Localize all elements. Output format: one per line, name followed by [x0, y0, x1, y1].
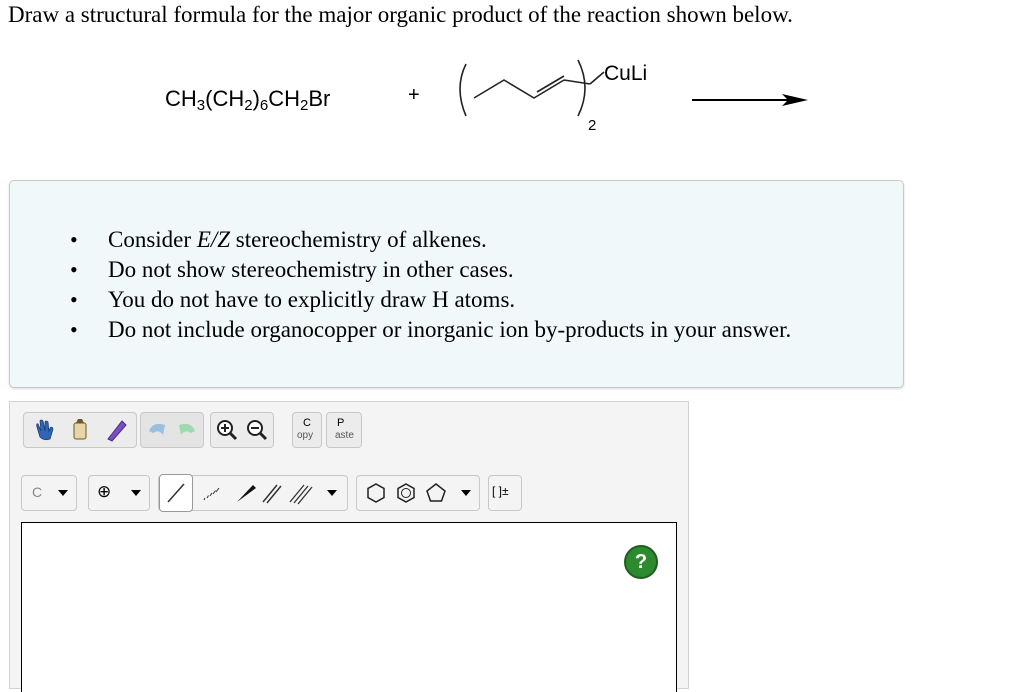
double-bond-line — [536, 75, 565, 93]
zoom-in-icon — [217, 420, 238, 441]
chevron-down-icon — [58, 490, 68, 496]
drawing-canvas[interactable] — [21, 522, 677, 692]
triple-bond-button[interactable] — [283, 476, 319, 510]
zoom-out-icon — [247, 420, 268, 441]
zoom-out-button[interactable] — [241, 413, 277, 447]
toolbar-group-zoom — [210, 412, 274, 448]
charge-symbol: ⊕ — [97, 482, 112, 501]
hand-tool-button[interactable] — [26, 413, 62, 447]
bond-cu-label — [589, 71, 605, 85]
pentagon-icon — [426, 483, 446, 502]
copy-label-top: C — [303, 417, 311, 429]
paste-label-bottom: aste — [335, 430, 354, 441]
formula-part: ) — [252, 86, 260, 111]
instruction-item: Do not show stereochemistry in other cas… — [70, 255, 791, 285]
chevron-down-icon — [131, 490, 141, 496]
erase-tool-button[interactable] — [62, 413, 98, 447]
instructions-list: Consider E/Z stereochemistry of alkenes.… — [70, 225, 791, 345]
atom-selector-value: C — [32, 484, 43, 500]
instruction-item: Do not include organocopper or inorganic… — [70, 315, 791, 345]
reaction-arrow — [692, 94, 808, 106]
redo-icon — [179, 423, 195, 435]
plus-sign: + — [408, 84, 420, 106]
culi-label: CuLi — [604, 62, 648, 85]
hashed-bond-button[interactable] — [195, 476, 231, 510]
hexagon-icon — [367, 483, 385, 503]
formula-subscript: 6 — [259, 97, 269, 114]
question-text: Draw a structural formula for the major … — [8, 2, 793, 27]
single-bond-button[interactable] — [159, 474, 193, 512]
instruction-item: You do not have to explicitly draw H ato… — [70, 285, 791, 315]
copy-button[interactable]: C opy — [292, 412, 322, 448]
formula-part: CH — [268, 86, 301, 111]
left-paren — [459, 63, 467, 117]
triple-bond-icon — [289, 484, 313, 505]
benzene-icon — [397, 483, 415, 503]
lasso-tool-button[interactable] — [98, 413, 134, 447]
paste-label-top: P — [337, 417, 345, 429]
instruction-item: Consider E/Z stereochemistry of alkenes. — [70, 225, 791, 255]
chevron-down-icon — [461, 490, 471, 496]
formula-part: CH — [165, 86, 197, 111]
bond-tools — [158, 474, 348, 512]
bracket-button[interactable]: [ ]± — [488, 475, 522, 511]
alkenyl-chain — [473, 79, 565, 99]
undo-icon — [149, 423, 165, 435]
hand-icon — [36, 419, 54, 441]
eraser-icon — [73, 419, 87, 440]
right-paren — [577, 59, 586, 117]
bracket-label: [ ]± — [492, 484, 509, 498]
formula-part: (CH — [205, 86, 245, 111]
help-button[interactable]: ? — [624, 545, 658, 579]
charge-selector[interactable]: ⊕ — [88, 475, 150, 511]
formula-subscript: 2 — [244, 97, 253, 114]
toolbar-group-history — [140, 412, 204, 448]
redo-button[interactable] — [171, 413, 207, 447]
single-bond-icon — [167, 483, 185, 503]
atom-selector[interactable]: C — [21, 475, 77, 511]
lasso-icon — [107, 420, 127, 442]
ring-tools — [356, 475, 480, 511]
reagent-alkyl-bromide: CH3(CH2)6CH2Br — [165, 86, 331, 114]
chevron-down-icon — [327, 490, 337, 496]
toolbar-group-edit — [23, 412, 137, 448]
formula-subscript: 3 — [196, 97, 206, 114]
cuprate-subscript: 2 — [588, 117, 597, 134]
instructions-box: Consider E/Z stereochemistry of alkenes.… — [9, 180, 904, 388]
copy-label-bottom: opy — [297, 430, 314, 441]
bond-to-cu — [563, 79, 591, 85]
formula-part: Br — [308, 86, 331, 111]
hashed-bond-icon — [203, 487, 220, 501]
paste-button[interactable]: P aste — [326, 412, 362, 448]
cyclopentane-button[interactable] — [419, 476, 455, 510]
